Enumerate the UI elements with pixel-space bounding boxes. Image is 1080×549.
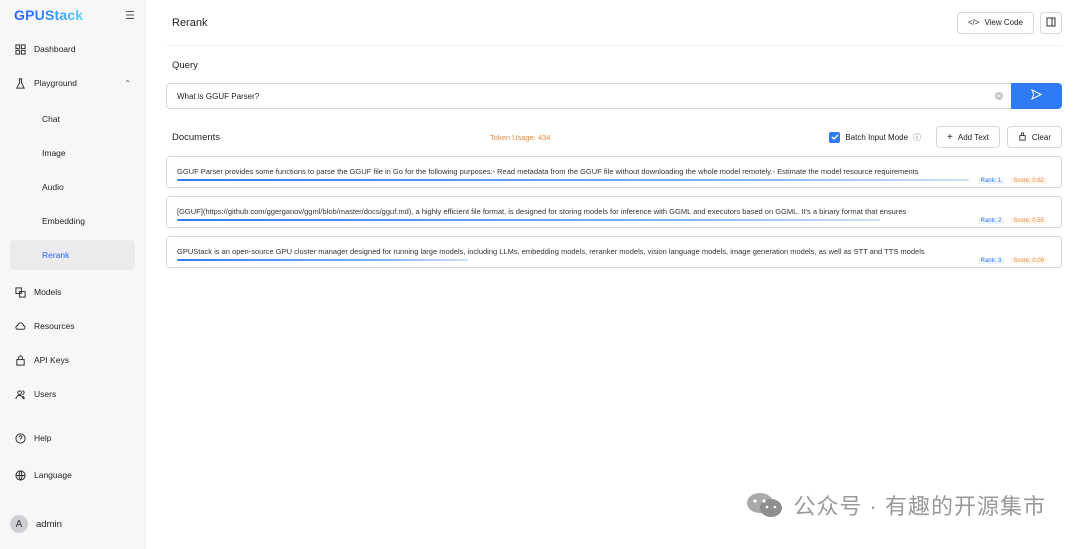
users-icon [14, 388, 26, 400]
query-row: What is GGUF Parser? ✕ [166, 83, 1062, 109]
rank-badge: Rank: 3 [977, 258, 1005, 264]
document-text[interactable]: GPUStack is an open-source GPU cluster m… [177, 247, 1047, 256]
score-badge: Score: 0.62 [1010, 178, 1047, 184]
models-icon [14, 286, 26, 298]
sidebar-item-resources[interactable]: Resources [0, 311, 145, 341]
document-meta: Rank: 1 Score: 0.62 [977, 178, 1047, 184]
code-icon: </> [967, 18, 980, 27]
batch-input-mode-toggle[interactable]: Batch Input Mode ⓘ [829, 131, 921, 143]
sidebar-item-audio[interactable]: Audio [10, 172, 135, 202]
sidebar-item-label: Help [34, 433, 52, 443]
help-icon [14, 432, 26, 444]
username: admin [36, 518, 62, 530]
logo[interactable]: GPUStack [14, 7, 83, 23]
sidebar-item-help[interactable]: Help [0, 423, 145, 453]
panel-icon [1046, 17, 1056, 29]
sidebar-item-users[interactable]: Users [0, 379, 145, 409]
document-meta: Rank: 3 Score: 0.09 [977, 258, 1047, 264]
dashboard-icon [14, 43, 26, 55]
sidebar-item-embedding[interactable]: Embedding [10, 206, 135, 236]
toggle-panel-button[interactable] [1040, 11, 1062, 34]
query-input[interactable]: What is GGUF Parser? ✕ [166, 83, 1011, 109]
send-button[interactable] [1011, 83, 1062, 109]
add-text-button[interactable]: + Add Text [936, 126, 1000, 148]
document-text[interactable]: [GGUF](https://github.com/ggerganov/ggml… [177, 207, 1047, 216]
sidebar-item-label: Dashboard [34, 44, 76, 54]
score-badge: Score: 0.09 [1010, 258, 1047, 264]
document-item[interactable]: [GGUF](https://github.com/ggerganov/ggml… [166, 196, 1062, 228]
add-text-label: Add Text [957, 132, 989, 142]
sidebar-item-playground[interactable]: Playground ⌃ [0, 68, 145, 98]
sidebar-item-label: API Keys [34, 355, 69, 365]
score-badge: Score: 0.55 [1010, 218, 1047, 224]
rank-badge: Rank: 1 [977, 178, 1005, 184]
lock-icon [14, 354, 26, 366]
top-actions: </> View Code [956, 11, 1062, 34]
cloud-icon [14, 320, 26, 332]
view-code-button[interactable]: </> View Code [956, 11, 1034, 34]
documents-list: GGUF Parser provides some functions to p… [166, 156, 1062, 268]
sidebar-item-label: Models [34, 287, 62, 297]
sidebar-item-models[interactable]: Models [0, 277, 145, 307]
user-menu[interactable]: A admin [10, 515, 62, 533]
clear-input-icon[interactable]: ✕ [995, 92, 1003, 100]
wechat-icon [745, 491, 785, 519]
relevance-bar [177, 219, 880, 221]
sidebar-item-label: Users [34, 389, 57, 399]
token-usage: Token Usage: 434 [490, 132, 551, 142]
main-content: Rerank </> View Code Query What is GGUF … [146, 0, 1080, 549]
sidebar-item-dashboard[interactable]: Dashboard [0, 34, 145, 64]
query-value: What is GGUF Parser? [177, 91, 260, 101]
collapse-sidebar-icon[interactable]: ☰ [125, 9, 135, 22]
relevance-bar [177, 179, 969, 181]
plus-icon: + [947, 131, 953, 143]
watermark: 公众号 · 有趣的开源集市 [745, 489, 1046, 521]
sidebar-item-api-keys[interactable]: API Keys [0, 345, 145, 375]
rank-badge: Rank: 2 [977, 218, 1005, 224]
watermark-text: 公众号 · 有趣的开源集市 [793, 494, 1046, 519]
sidebar: GPUStack ☰ Dashboard Playground ⌃ Chat I… [0, 0, 146, 549]
document-item[interactable]: GGUF Parser provides some functions to p… [166, 156, 1062, 188]
view-code-label: View Code [984, 18, 1023, 27]
checkbox-checked-icon[interactable] [829, 131, 841, 143]
sidebar-item-language[interactable]: Language [0, 460, 145, 490]
sidebar-item-rerank[interactable]: Rerank [10, 240, 135, 270]
topbar: Rerank </> View Code [166, 0, 1062, 46]
relevance-bar [177, 259, 468, 261]
broom-icon [1018, 131, 1027, 143]
sidebar-item-image[interactable]: Image [10, 138, 135, 168]
batch-input-mode-label: Batch Input Mode [845, 132, 909, 142]
page-title: Rerank [172, 16, 208, 29]
documents-label: Documents [172, 131, 221, 143]
sidebar-item-label: Language [34, 470, 72, 480]
send-icon [1030, 87, 1043, 105]
query-label: Query [172, 60, 198, 71]
avatar: A [10, 515, 28, 533]
brand: GPUStack ☰ [0, 0, 145, 30]
sidebar-item-label: Resources [34, 321, 75, 331]
clear-button[interactable]: Clear [1006, 126, 1062, 148]
clear-label: Clear [1031, 132, 1051, 142]
flask-icon [14, 77, 26, 89]
chevron-up-icon: ⌃ [124, 78, 131, 88]
documents-header: Documents Token Usage: 434 Batch Input M… [166, 126, 1062, 148]
document-text[interactable]: GGUF Parser provides some functions to p… [177, 167, 1047, 176]
info-icon[interactable]: ⓘ [913, 132, 921, 143]
globe-icon [14, 469, 26, 481]
document-meta: Rank: 2 Score: 0.55 [977, 218, 1047, 224]
document-item[interactable]: GPUStack is an open-source GPU cluster m… [166, 236, 1062, 268]
sidebar-item-label: Playground [34, 78, 78, 88]
sidebar-item-chat[interactable]: Chat [10, 104, 135, 134]
